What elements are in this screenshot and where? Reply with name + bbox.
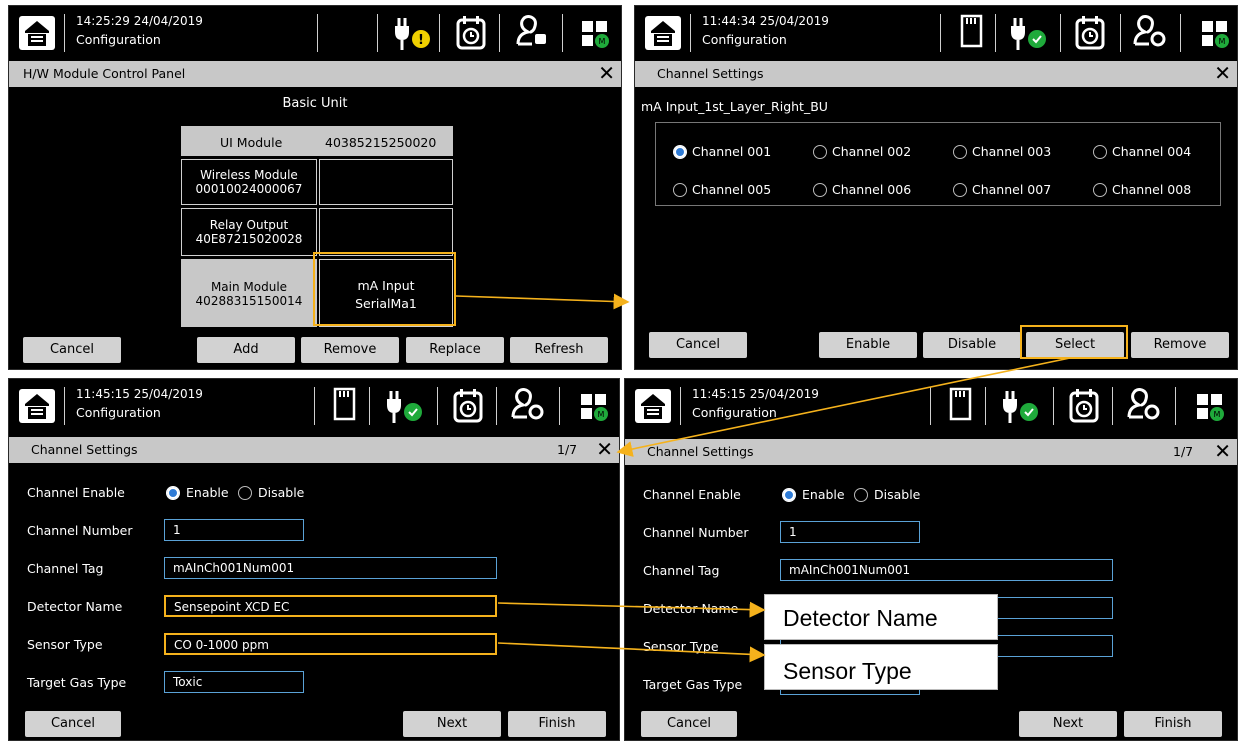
arrow-sensor-callout: [497, 642, 766, 663]
arrow-select-to-settings: [616, 357, 1071, 457]
annotation-arrows: [455, 293, 1071, 663]
arrow-detector-callout: [497, 601, 766, 618]
arrow-ma-to-channels: [455, 293, 630, 310]
